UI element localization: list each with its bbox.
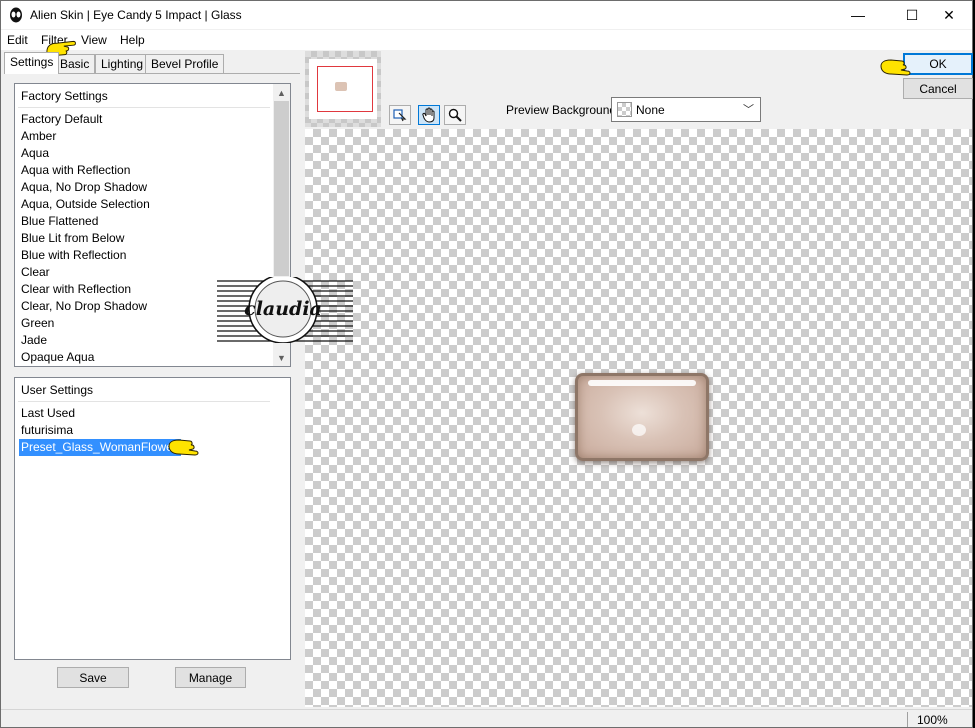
pointing-hand-icon: [168, 439, 199, 456]
factory-settings-header: Factory Settings: [21, 89, 108, 103]
cancel-button[interactable]: Cancel: [903, 78, 973, 99]
maximize-icon: ☐: [905, 6, 919, 23]
list-item[interactable]: Aqua, No Drop Shadow: [21, 179, 150, 196]
preview-canvas[interactable]: [305, 129, 972, 707]
user-settings-list[interactable]: User Settings Last Used futurisima Prese…: [14, 377, 291, 660]
list-item[interactable]: Factory Default: [21, 111, 150, 128]
tab-bevel-profile[interactable]: Bevel Profile: [145, 54, 225, 73]
tab-lighting[interactable]: Lighting: [95, 54, 150, 73]
chevron-down-icon: ﹀: [743, 104, 754, 116]
glass-effect-preview: [575, 373, 709, 461]
hand-icon: [422, 107, 435, 123]
list-item[interactable]: futurisima: [21, 422, 181, 439]
tab-settings[interactable]: Settings: [4, 52, 60, 74]
list-item[interactable]: Clear: [21, 264, 150, 281]
hand-tool-button[interactable]: [418, 105, 440, 125]
list-item[interactable]: Clear, No Drop Shadow: [21, 298, 150, 315]
zoom-tool-button[interactable]: [444, 105, 466, 125]
preview-background-value: None: [636, 103, 665, 117]
list-item[interactable]: Clear with Reflection: [21, 281, 150, 298]
claudia-watermark-logo: claudia: [217, 277, 353, 343]
eye-candy-window: Alien Skin | Eye Candy 5 Impact | Glass …: [0, 0, 973, 728]
list-item[interactable]: Green: [21, 315, 150, 332]
pointing-hand-icon: [880, 59, 911, 76]
glass-reflection: [632, 424, 646, 436]
menu-help[interactable]: Help: [120, 33, 145, 47]
title-bar: Alien Skin | Eye Candy 5 Impact | Glass …: [1, 1, 972, 29]
list-item[interactable]: Aqua, Outside Selection: [21, 196, 150, 213]
status-bar: 100%: [1, 709, 972, 727]
list-item[interactable]: Jade: [21, 332, 150, 349]
minimize-button[interactable]: —: [835, 1, 881, 29]
alien-skin-icon: [10, 7, 22, 23]
navigate-icon: [393, 109, 407, 122]
preview-background-select[interactable]: None ﹀: [611, 97, 761, 122]
list-item[interactable]: Amber: [21, 128, 150, 145]
list-item[interactable]: Blue with Reflection: [21, 247, 150, 264]
close-icon: ✕: [943, 6, 955, 23]
scroll-down-icon[interactable]: ▼: [273, 349, 290, 366]
close-button[interactable]: ✕: [926, 1, 972, 29]
menu-bar: Edit Filter View Help: [1, 30, 972, 50]
manage-button[interactable]: Manage: [175, 667, 246, 688]
list-divider: [18, 401, 270, 402]
status-divider: [907, 712, 908, 727]
navigator-thumbnail: [335, 82, 347, 91]
menu-edit[interactable]: Edit: [7, 33, 28, 47]
zoom-icon: [448, 108, 462, 122]
user-settings-items: Last Used futurisima Preset_Glass_WomanF…: [19, 405, 181, 456]
zoom-level: 100%: [917, 713, 948, 727]
preview-background-label: Preview Background:: [506, 103, 620, 117]
user-settings-header: User Settings: [21, 383, 94, 397]
scroll-thumb[interactable]: [274, 101, 289, 276]
list-item[interactable]: Aqua: [21, 145, 150, 162]
list-divider: [18, 107, 270, 108]
list-item[interactable]: Aqua with Reflection: [21, 162, 150, 179]
watermark-text: claudia: [244, 298, 322, 320]
glass-highlight: [588, 380, 696, 386]
scroll-up-icon[interactable]: ▲: [273, 84, 290, 101]
checker-swatch-icon: [617, 102, 632, 117]
list-item[interactable]: Blue Flattened: [21, 213, 150, 230]
list-item-selected[interactable]: Preset_Glass_WomanFlower: [19, 439, 181, 456]
preview-navigator[interactable]: [305, 51, 381, 127]
list-item[interactable]: Opaque Aqua: [21, 349, 150, 366]
menu-view[interactable]: View: [81, 33, 107, 47]
save-button[interactable]: Save: [57, 667, 129, 688]
minimize-icon: —: [851, 7, 865, 23]
factory-settings-items: Factory Default Amber Aqua Aqua with Ref…: [21, 111, 150, 366]
window-title: Alien Skin | Eye Candy 5 Impact | Glass: [30, 8, 242, 22]
list-item[interactable]: Last Used: [21, 405, 181, 422]
list-item[interactable]: Blue Lit from Below: [21, 230, 150, 247]
navigate-tool-button[interactable]: [389, 105, 411, 125]
